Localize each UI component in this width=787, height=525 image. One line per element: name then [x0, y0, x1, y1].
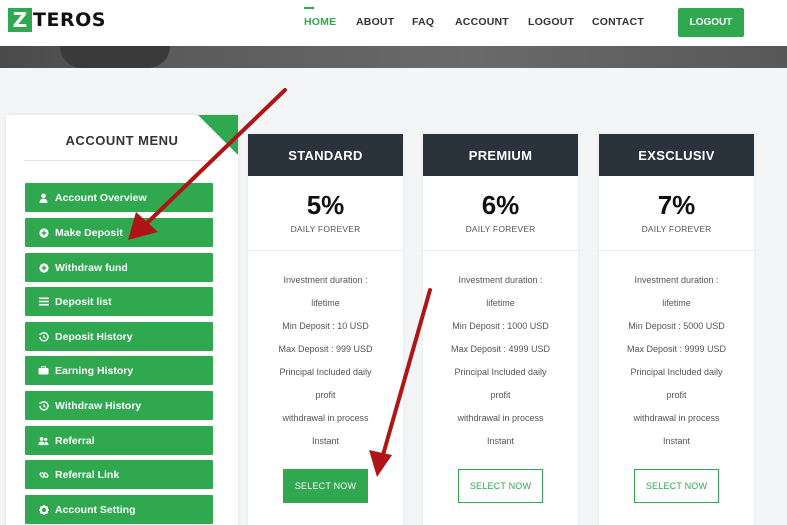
nav-account[interactable]: ACCOUNT	[455, 16, 509, 28]
plan-detail: Investment duration :	[634, 275, 719, 285]
menu-label: Withdraw History	[55, 399, 142, 412]
gear-icon	[38, 504, 49, 515]
plus-circle-icon	[38, 262, 49, 273]
plan-detail: Instant	[486, 436, 515, 446]
plan-detail: profit	[666, 390, 687, 400]
divider	[24, 160, 220, 161]
history-icon	[38, 331, 49, 342]
account-menu: ACCOUNT MENU Account Overview Make Depos…	[6, 115, 238, 525]
divider	[248, 250, 403, 251]
menu-deposit-list[interactable]: Deposit list	[25, 287, 213, 316]
plan-card-exsclusiv: EXSCLUSIV 7% DAILY FOREVER Investment du…	[599, 134, 754, 525]
plan-detail: lifetime	[662, 298, 691, 308]
select-now-button[interactable]: SELECT NOW	[634, 469, 719, 503]
menu-withdraw-fund[interactable]: Withdraw fund	[25, 253, 213, 282]
menu-label: Earning History	[55, 364, 134, 377]
menu-account-setting[interactable]: Account Setting	[25, 495, 213, 524]
plan-detail: Investment duration :	[458, 275, 543, 285]
menu-referral-link[interactable]: Referral Link	[25, 460, 213, 489]
select-now-button[interactable]: SELECT NOW	[283, 469, 368, 503]
users-icon	[38, 435, 49, 446]
link-icon	[38, 469, 49, 480]
plan-detail: Principal Included daily	[630, 367, 723, 377]
nav-about[interactable]: ABOUT	[356, 16, 394, 28]
plan-card-standard: STANDARD 5% DAILY FOREVER Investment dur…	[248, 134, 403, 525]
plan-detail: Investment duration :	[283, 275, 368, 285]
plan-rate: 7%	[657, 190, 696, 220]
plan-name: PREMIUM	[423, 134, 578, 176]
menu-deposit-history[interactable]: Deposit History	[25, 322, 213, 351]
plan-detail: Min Deposit : 10 USD	[282, 321, 369, 331]
hero-banner-strip	[0, 46, 787, 68]
plan-detail: lifetime	[486, 298, 515, 308]
menu-withdraw-history[interactable]: Withdraw History	[25, 391, 213, 420]
nav-faq[interactable]: FAQ	[412, 16, 434, 28]
plan-detail: Instant	[662, 436, 691, 446]
plan-detail: Principal Included daily	[454, 367, 547, 377]
plan-detail: profit	[490, 390, 511, 400]
plan-rate: 5%	[306, 190, 345, 220]
menu-label: Account Setting	[55, 503, 136, 516]
site-logo[interactable]: Z TEROS	[8, 8, 106, 32]
plan-detail: withdrawal in process	[633, 413, 720, 423]
menu-label: Deposit list	[55, 295, 112, 308]
menu-earning-history[interactable]: Earning History	[25, 356, 213, 385]
menu-account-overview[interactable]: Account Overview	[25, 183, 213, 212]
plan-name: EXSCLUSIV	[599, 134, 754, 176]
plan-name: STANDARD	[248, 134, 403, 176]
divider	[599, 250, 754, 251]
briefcase-icon	[38, 365, 49, 376]
plan-detail: Max Deposit : 4999 USD	[450, 344, 551, 354]
plan-detail: withdrawal in process	[282, 413, 369, 423]
plan-detail: Min Deposit : 5000 USD	[628, 321, 725, 331]
menu-label: Make Deposit	[55, 226, 123, 239]
list-icon	[38, 296, 49, 307]
menu-label: Referral Link	[55, 468, 120, 481]
hero-image-fragment	[60, 46, 170, 68]
menu-label: Withdraw fund	[55, 261, 128, 274]
plan-detail: lifetime	[311, 298, 340, 308]
plan-detail: Max Deposit : 999 USD	[278, 344, 373, 354]
plan-detail: Instant	[311, 436, 340, 446]
nav-home[interactable]: HOME	[304, 16, 336, 28]
menu-label: Account Overview	[55, 191, 147, 204]
plan-rate-caption: DAILY FOREVER	[465, 224, 536, 234]
menu-label: Deposit History	[55, 330, 133, 343]
select-now-button[interactable]: SELECT NOW	[458, 469, 543, 503]
divider	[423, 250, 578, 251]
site-header: Z TEROS HOME ABOUT FAQ ACCOUNT LOGOUT CO…	[0, 0, 787, 46]
plan-rate-caption: DAILY FOREVER	[290, 224, 361, 234]
active-nav-indicator	[304, 7, 314, 9]
plan-detail: Max Deposit : 9999 USD	[626, 344, 727, 354]
history-icon	[38, 400, 49, 411]
menu-make-deposit[interactable]: Make Deposit	[25, 218, 213, 247]
plan-card-premium: PREMIUM 6% DAILY FOREVER Investment dura…	[423, 134, 578, 525]
menu-referral[interactable]: Referral	[25, 426, 213, 455]
logo-text: TEROS	[33, 9, 106, 31]
plan-detail: profit	[315, 390, 336, 400]
logout-button[interactable]: LOGOUT	[678, 8, 744, 37]
plan-rate: 6%	[481, 190, 520, 220]
account-menu-title: ACCOUNT MENU	[65, 133, 179, 148]
logo-mark: Z	[8, 8, 32, 32]
plan-detail: Min Deposit : 1000 USD	[452, 321, 549, 331]
plan-rate-caption: DAILY FOREVER	[641, 224, 712, 234]
plus-circle-icon	[38, 227, 49, 238]
user-icon	[38, 192, 49, 203]
nav-logout[interactable]: LOGOUT	[528, 16, 574, 28]
plan-detail: Principal Included daily	[279, 367, 372, 377]
nav-contact[interactable]: CONTACT	[592, 16, 644, 28]
plan-detail: withdrawal in process	[457, 413, 544, 423]
menu-label: Referral	[55, 434, 95, 447]
